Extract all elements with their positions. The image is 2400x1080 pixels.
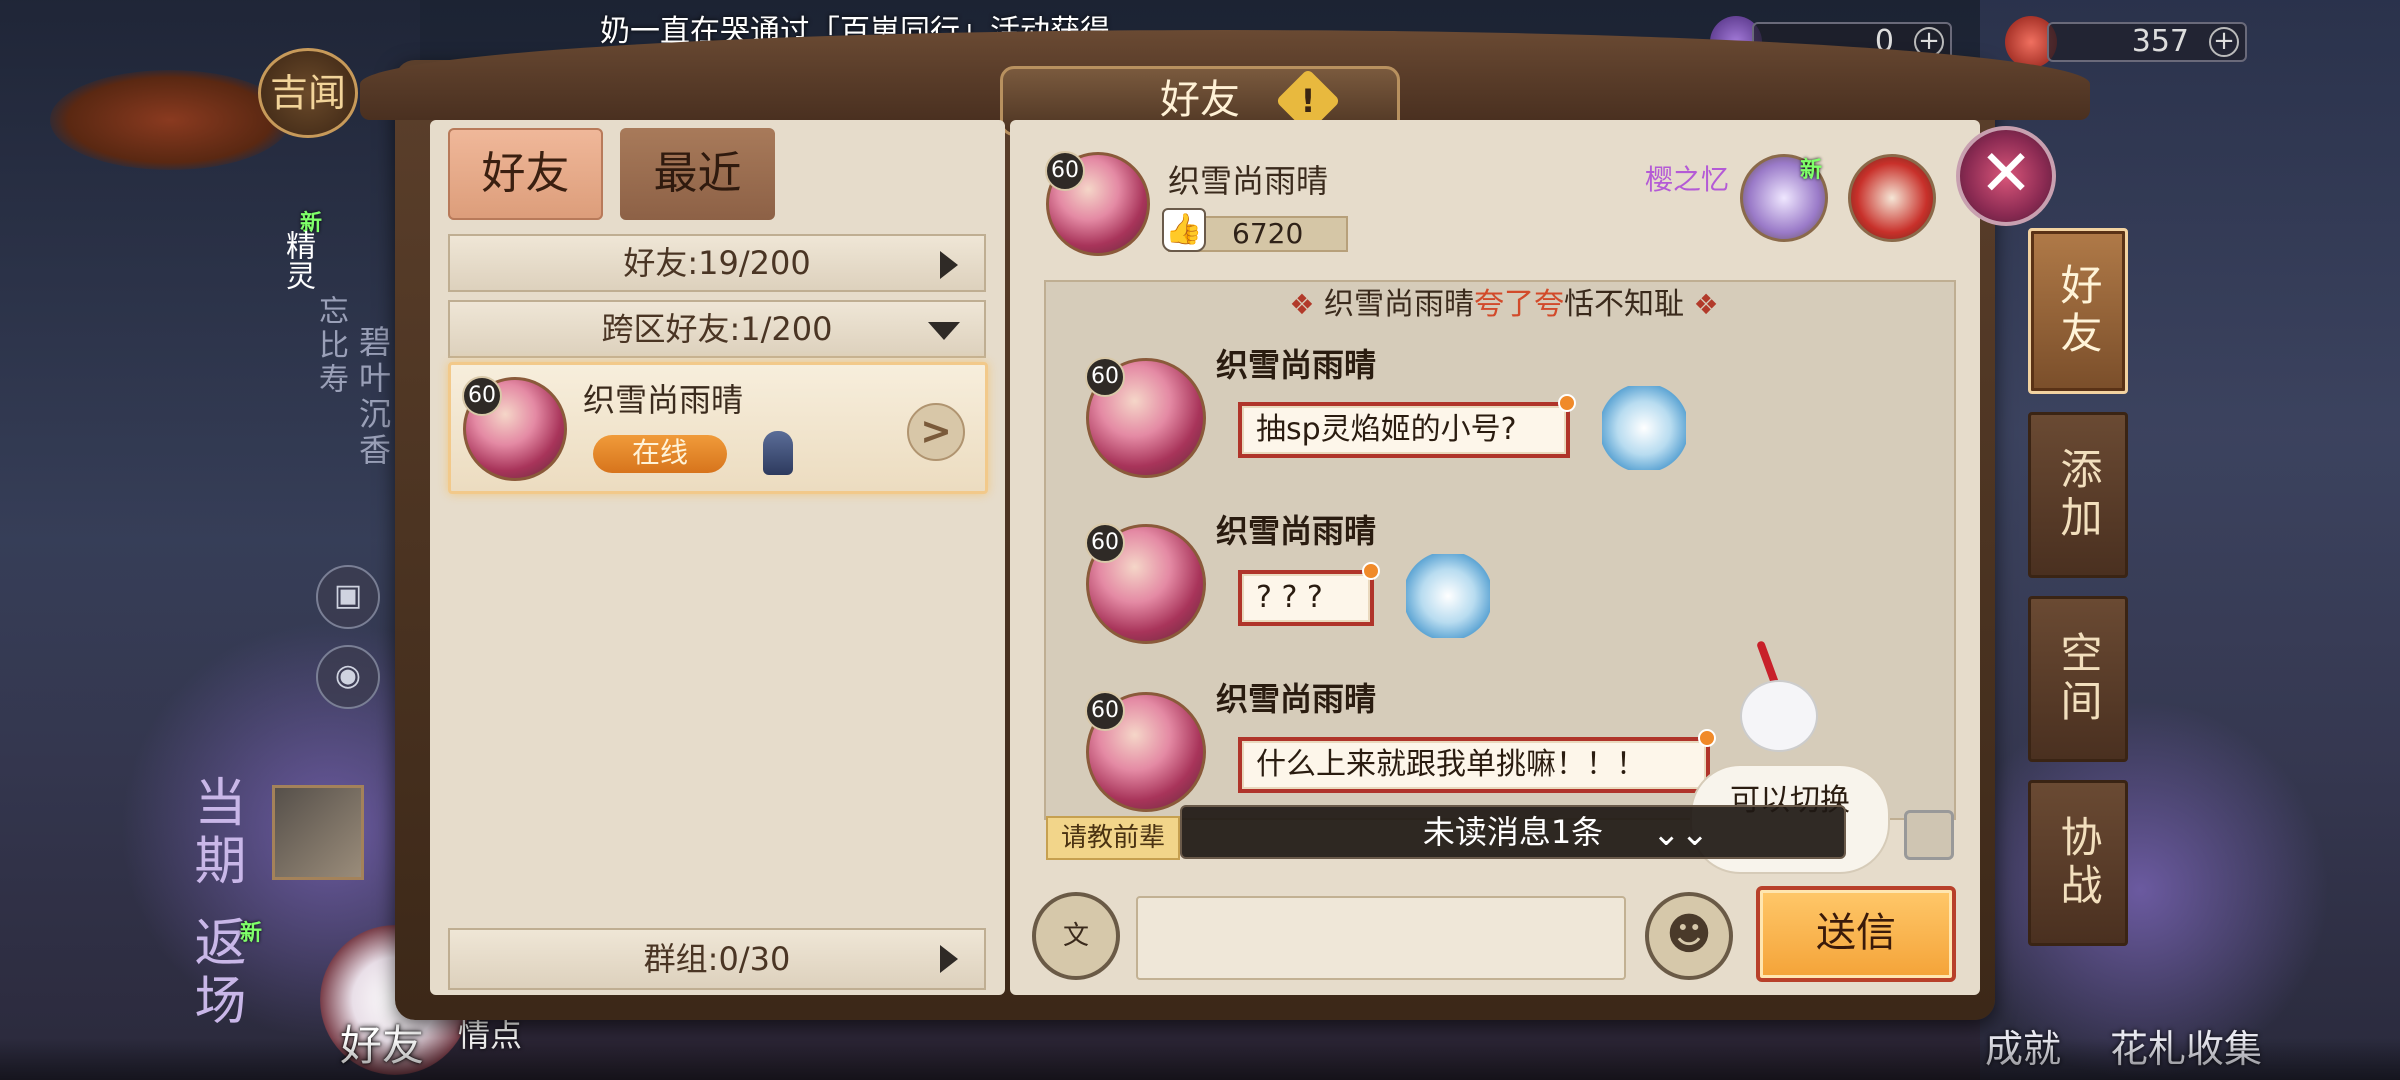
- message-text: 抽sp灵焰姬的小号?: [1256, 412, 1517, 447]
- video-icon[interactable]: ▣: [316, 565, 380, 629]
- voice-icon-label: 文: [1062, 921, 1089, 951]
- level-badge: 60: [1045, 151, 1085, 191]
- bottom-shade: [0, 1038, 2400, 1080]
- message-sender: 织雪尚雨晴: [1216, 346, 1377, 384]
- message-avatar[interactable]: 60: [1085, 691, 1206, 812]
- new-badge: 新: [240, 921, 263, 946]
- gift-badge-icon[interactable]: [1848, 154, 1936, 242]
- bubble-dot: [1558, 394, 1576, 412]
- chevron-right-icon[interactable]: >: [907, 403, 965, 461]
- voice-to-text-button[interactable]: 文: [1032, 892, 1120, 980]
- eye-icon[interactable]: ◉: [316, 645, 380, 709]
- level-badge: 60: [1085, 523, 1125, 563]
- side-tab-assist[interactable]: 协战: [2028, 780, 2128, 946]
- bubble-dot: [1362, 562, 1380, 580]
- level-badge: 60: [1085, 357, 1125, 397]
- message-bubble[interactable]: ? ? ?: [1238, 562, 1380, 626]
- mascot-body: [1740, 680, 1818, 752]
- message-avatar[interactable]: 60: [1085, 357, 1206, 478]
- message-sender: 织雪尚雨晴: [1216, 680, 1377, 718]
- new-badge: 新: [1800, 158, 1823, 183]
- friend-list-item[interactable]: 60 织雪尚雨晴 在线 >: [448, 362, 988, 494]
- side-tab-space[interactable]: 空间: [2028, 596, 2128, 762]
- cross-server-count-row[interactable]: 跨区好友:1/200: [448, 300, 986, 358]
- side-event-text[interactable]: 碧叶沉香: [350, 325, 396, 469]
- collapse-down-icon: [928, 322, 960, 340]
- group-count-row[interactable]: 群组:0/30: [448, 928, 986, 990]
- title-tag: 樱之忆: [1645, 163, 1730, 196]
- current-period-label[interactable]: 当期: [178, 775, 253, 891]
- chat-input[interactable]: [1136, 896, 1626, 980]
- currency-value-box: 357 +: [2047, 22, 2247, 62]
- praise-trait: 恬不知耻: [1564, 287, 1684, 322]
- star-sticker-icon: [1406, 554, 1490, 638]
- chat-partner-avatar[interactable]: 60: [1045, 151, 1150, 256]
- message-text: ? ? ?: [1256, 580, 1323, 615]
- close-button[interactable]: ✕: [1956, 126, 2056, 226]
- copy-icon[interactable]: [1904, 810, 1954, 860]
- message-bubble[interactable]: 抽sp灵焰姬的小号?: [1238, 394, 1576, 458]
- expand-right-icon: [940, 251, 958, 279]
- side-event-text[interactable]: 忘比寿: [308, 295, 352, 397]
- bubble-dot: [1698, 729, 1716, 747]
- praise-name: 织雪尚雨晴: [1324, 287, 1474, 322]
- tab-recent[interactable]: 最近: [620, 128, 775, 220]
- cross-server-count-label: 跨区好友:1/200: [601, 310, 833, 348]
- message-avatar[interactable]: 60: [1085, 523, 1206, 644]
- message-sender: 织雪尚雨晴: [1216, 512, 1377, 550]
- tab-friends[interactable]: 好友: [448, 128, 603, 220]
- quick-phrase-tag[interactable]: 请教前辈: [1046, 816, 1180, 860]
- group-count-label: 群组:0/30: [643, 940, 791, 978]
- add-currency-button[interactable]: +: [2209, 27, 2239, 57]
- thumbs-up-icon[interactable]: 👍: [1162, 208, 1206, 252]
- friend-name: 织雪尚雨晴: [583, 381, 744, 419]
- message-bubble[interactable]: 什么上来就跟我单挑嘛！！！: [1238, 729, 1716, 793]
- friends-count-label: 好友:19/200: [623, 244, 811, 282]
- diamond-icon: ❖: [1289, 288, 1315, 321]
- level-badge: 60: [462, 376, 502, 416]
- message-text: 什么上来就跟我单挑嘛！！！: [1256, 747, 1646, 782]
- currency-value: 357: [2131, 24, 2189, 59]
- friend-avatar: 60: [462, 376, 567, 481]
- expand-right-icon: [940, 945, 958, 973]
- praise-notice: ❖ 织雪尚雨晴夸了夸恬不知耻 ❖: [1164, 282, 1844, 328]
- side-tab-friends[interactable]: 好友: [2028, 228, 2128, 394]
- chat-partner-name: 织雪尚雨晴: [1168, 162, 1329, 200]
- praise-action: 夸了夸: [1474, 287, 1564, 322]
- unread-messages-label: 未读消息1条: [1422, 813, 1604, 851]
- online-status-badge: 在线: [593, 435, 727, 473]
- mascot-character[interactable]: [1740, 640, 1820, 760]
- unread-messages-bar[interactable]: 未读消息1条 ⌄⌄: [1180, 805, 1846, 859]
- jiwen-button[interactable]: 吉闻: [258, 48, 358, 138]
- currency-red: 357 +: [2005, 12, 2247, 72]
- bell-icon: [763, 431, 793, 475]
- double-chevron-down-icon: ⌄⌄: [1652, 814, 1709, 854]
- star-sticker-icon: [1602, 386, 1686, 470]
- send-button[interactable]: 送信: [1756, 886, 1956, 982]
- level-badge: 60: [1085, 691, 1125, 731]
- emoji-icon[interactable]: ☻: [1645, 892, 1733, 980]
- diamond-icon: ❖: [1693, 288, 1719, 321]
- friends-count-row[interactable]: 好友:19/200: [448, 234, 986, 292]
- branch-decoration: [50, 70, 290, 170]
- side-tab-add[interactable]: 添加: [2028, 412, 2128, 578]
- event-portrait[interactable]: [272, 785, 364, 880]
